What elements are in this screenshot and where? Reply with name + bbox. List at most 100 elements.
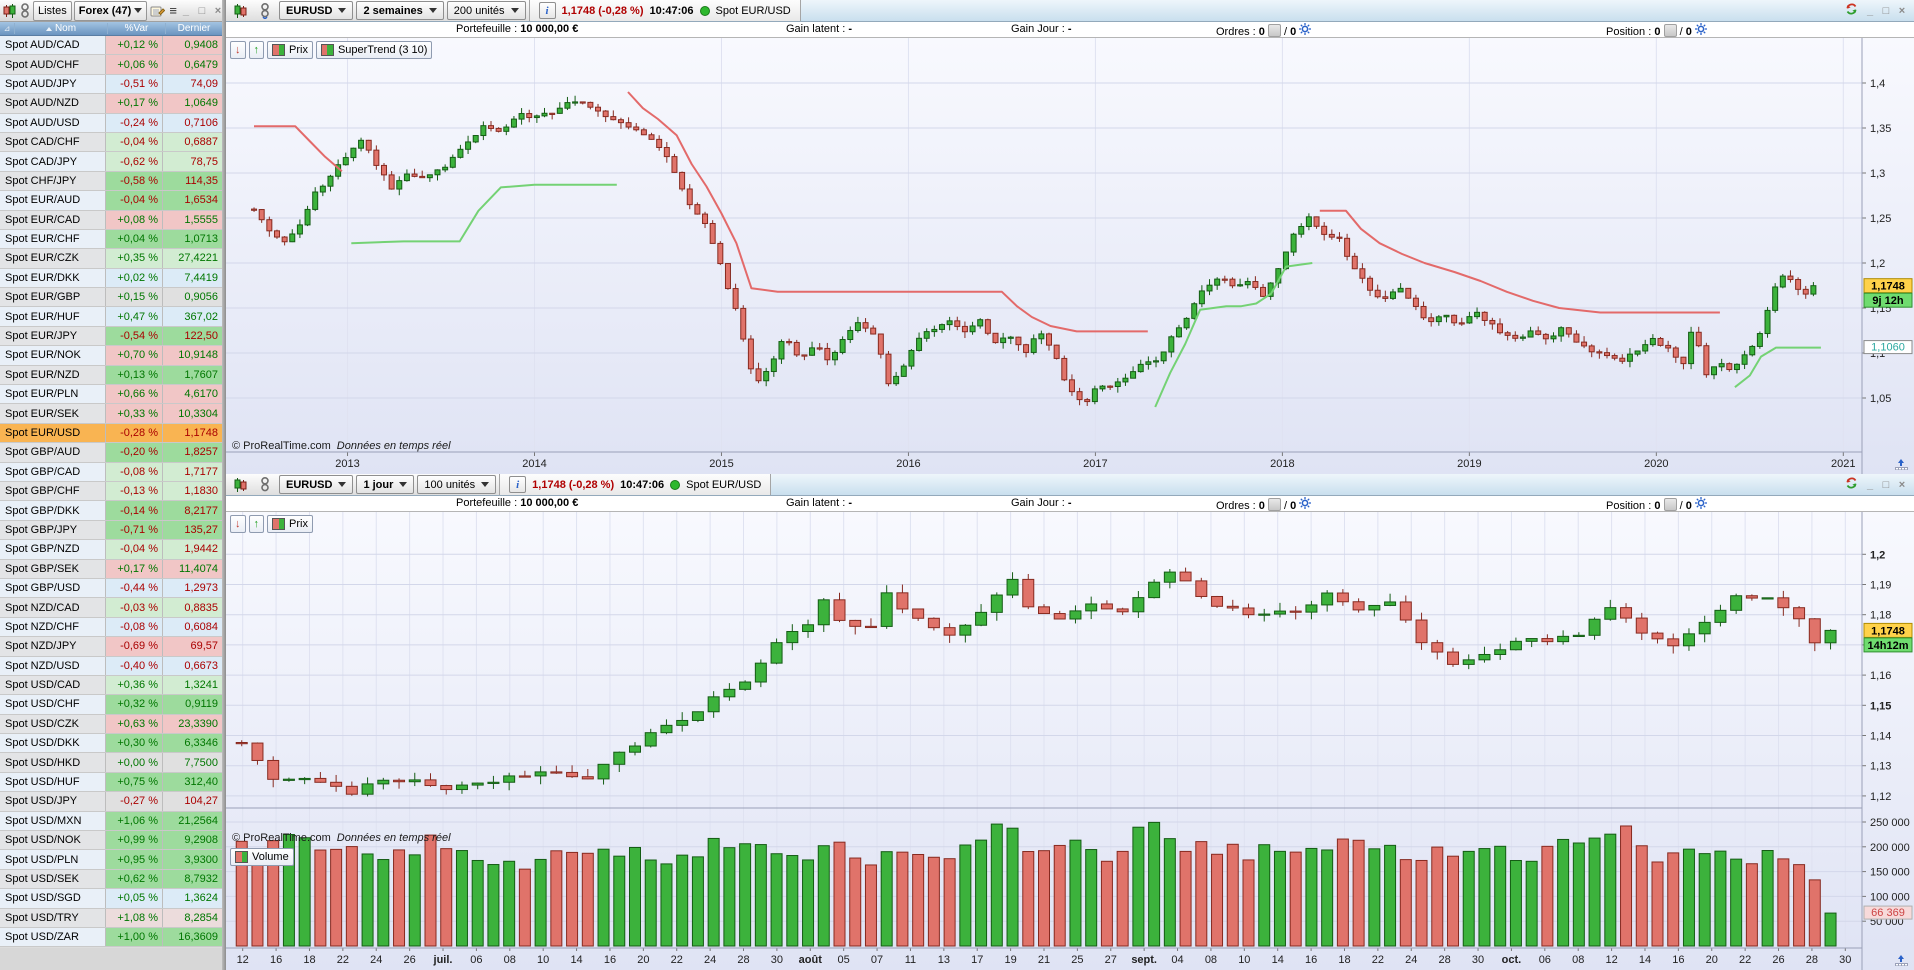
- list-item[interactable]: Spot USD/NOK +0,99 % 9,2908: [0, 831, 222, 851]
- minimize-button[interactable]: _: [1864, 479, 1876, 491]
- list-item[interactable]: Spot EUR/CAD +0,08 % 1,5555: [0, 210, 222, 230]
- last-price-cell: 10,9148: [163, 346, 222, 365]
- collapse-indicator-button[interactable]: ↓: [230, 515, 246, 533]
- list-selector[interactable]: Forex (47): [73, 0, 148, 21]
- link-icon[interactable]: [254, 475, 276, 495]
- info-icon[interactable]: i: [509, 476, 527, 493]
- minimize-button[interactable]: _: [1864, 5, 1876, 17]
- list-item[interactable]: Spot USD/DKK +0,30 % 6,3346: [0, 734, 222, 754]
- axis-settings-icon[interactable]: [1893, 458, 1911, 472]
- list-item[interactable]: Spot AUD/CHF +0,06 % 0,6479: [0, 55, 222, 75]
- list-item[interactable]: Spot GBP/NZD -0,04 % 1,9442: [0, 540, 222, 560]
- list-item[interactable]: Spot USD/SEK +0,62 % 8,7932: [0, 869, 222, 890]
- list-item[interactable]: Spot AUD/JPY -0,51 % 74,09: [0, 74, 222, 95]
- orders-icon[interactable]: [1267, 24, 1281, 37]
- price-chart-weekly[interactable]: 2013 2014 2015 2016 2017 2018 2019 2020 2021 1,4 1…: [226, 38, 1914, 474]
- orders-icon[interactable]: [1267, 498, 1281, 511]
- expand-indicator-button[interactable]: ↑: [248, 515, 264, 533]
- list-item[interactable]: Spot USD/TRY +1,08 % 8,2854: [0, 908, 222, 928]
- list-item[interactable]: Spot CAD/CHF -0,04 % 0,6887: [0, 132, 222, 153]
- price-chart-daily[interactable]: 12 16 18 22 24 26 juil. 06 08 10 14 16 20 22 24 28 30 aoû…: [226, 512, 1914, 970]
- list-item[interactable]: Spot AUD/CAD +0,12 % 0,9408: [0, 36, 222, 56]
- gear-icon[interactable]: [1694, 23, 1707, 38]
- refresh-icon[interactable]: [1844, 476, 1859, 493]
- close-button[interactable]: ×: [1896, 479, 1908, 491]
- refresh-icon[interactable]: [1844, 2, 1859, 19]
- legend-price[interactable]: Prix: [267, 515, 313, 533]
- expand-indicator-button[interactable]: ↑: [248, 41, 264, 59]
- maximize-button[interactable]: □: [1880, 5, 1892, 17]
- position-icon[interactable]: [1663, 498, 1677, 511]
- list-item[interactable]: Spot AUD/USD -0,24 % 0,7106: [0, 113, 222, 133]
- listes-button[interactable]: Listes: [33, 0, 72, 21]
- list-item[interactable]: Spot USD/SGD +0,05 % 1,3624: [0, 889, 222, 909]
- units-selector[interactable]: 200 unités: [446, 1, 526, 20]
- list-item[interactable]: Spot EUR/DKK +0,02 % 7,4419: [0, 268, 222, 289]
- maximize-button[interactable]: □: [1880, 479, 1892, 491]
- symbol-selector[interactable]: EURUSD: [279, 1, 354, 20]
- timeframe-selector[interactable]: 1 jour: [356, 475, 415, 494]
- timeframe-selector[interactable]: 2 semaines: [356, 1, 444, 20]
- list-item[interactable]: Spot EUR/GBP +0,15 % 0,9056: [0, 288, 222, 308]
- list-edit-icon[interactable]: [149, 1, 166, 21]
- column-header-name[interactable]: Nom: [14, 23, 107, 34]
- list-item[interactable]: Spot NZD/JPY -0,69 % 69,57: [0, 637, 222, 657]
- column-header-var[interactable]: %Var: [107, 23, 165, 34]
- list-item[interactable]: Spot GBP/DKK -0,14 % 8,2177: [0, 501, 222, 521]
- legend-supertrend[interactable]: SuperTrend (3 10): [315, 41, 433, 59]
- list-item[interactable]: Spot NZD/CHF -0,08 % 0,6084: [0, 617, 222, 638]
- minimize-button[interactable]: _: [180, 5, 192, 17]
- gear-icon[interactable]: [1299, 23, 1312, 38]
- symbol-selector[interactable]: EURUSD: [279, 475, 354, 494]
- gear-icon[interactable]: [1299, 497, 1312, 512]
- list-item[interactable]: Spot EUR/NZD +0,13 % 1,7607: [0, 365, 222, 386]
- list-item[interactable]: Spot EUR/HUF +0,47 % 367,02: [0, 307, 222, 327]
- axis-settings-icon[interactable]: [1893, 954, 1911, 968]
- list-item[interactable]: Spot USD/MXN +1,06 % 21,2564: [0, 811, 222, 832]
- list-item[interactable]: Spot CAD/JPY -0,62 % 78,75: [0, 152, 222, 172]
- candlestick-icon[interactable]: [229, 475, 251, 495]
- list-item[interactable]: Spot USD/JPY -0,27 % 104,27: [0, 792, 222, 812]
- legend-price[interactable]: Prix: [267, 41, 313, 59]
- legend-volume[interactable]: Volume: [230, 848, 294, 866]
- menu-icon[interactable]: ≡: [168, 1, 178, 21]
- maximize-button[interactable]: □: [196, 5, 208, 17]
- list-item[interactable]: Spot EUR/CHF +0,04 % 1,0713: [0, 229, 222, 250]
- list-item[interactable]: Spot USD/ZAR +1,00 % 16,3609: [0, 927, 222, 948]
- close-button[interactable]: ×: [1896, 5, 1908, 17]
- link-icon[interactable]: [19, 1, 31, 21]
- list-item[interactable]: Spot GBP/SEK +0,17 % 11,4074: [0, 559, 222, 579]
- candlestick-icon[interactable]: [2, 1, 17, 21]
- list-item[interactable]: Spot GBP/CHF -0,13 % 1,1830: [0, 481, 222, 502]
- gear-icon[interactable]: [1694, 497, 1707, 512]
- info-icon[interactable]: i: [538, 2, 556, 19]
- link-icon[interactable]: [254, 1, 276, 21]
- list-item[interactable]: Spot EUR/JPY -0,54 % 122,50: [0, 326, 222, 347]
- position-icon[interactable]: [1663, 24, 1677, 37]
- list-item[interactable]: Spot GBP/CAD -0,08 % 1,7177: [0, 462, 222, 482]
- list-item[interactable]: Spot AUD/NZD +0,17 % 1,0649: [0, 94, 222, 114]
- list-item[interactable]: Spot NZD/USD -0,40 % 0,6673: [0, 656, 222, 676]
- list-item[interactable]: Spot USD/CZK +0,63 % 23,3390: [0, 714, 222, 735]
- column-header-last[interactable]: Dernier: [165, 23, 222, 34]
- list-item[interactable]: Spot USD/CAD +0,36 % 1,3241: [0, 675, 222, 696]
- list-item[interactable]: Spot EUR/AUD -0,04 % 1,6534: [0, 191, 222, 211]
- list-item[interactable]: Spot USD/PLN +0,95 % 3,9300: [0, 850, 222, 870]
- list-item[interactable]: Spot CHF/JPY -0,58 % 114,35: [0, 171, 222, 192]
- list-item[interactable]: Spot EUR/USD -0,28 % 1,1748: [0, 423, 222, 444]
- list-item[interactable]: Spot GBP/USD -0,44 % 1,2973: [0, 578, 222, 599]
- units-selector[interactable]: 100 unités: [417, 475, 497, 494]
- collapse-indicator-button[interactable]: ↓: [230, 41, 246, 59]
- list-item[interactable]: Spot EUR/SEK +0,33 % 10,3304: [0, 404, 222, 424]
- list-item[interactable]: Spot EUR/PLN +0,66 % 4,6170: [0, 385, 222, 405]
- list-item[interactable]: Spot USD/CHF +0,32 % 0,9119: [0, 695, 222, 715]
- list-item[interactable]: Spot EUR/NOK +0,70 % 10,9148: [0, 346, 222, 366]
- filter-icon[interactable]: ⊿: [0, 24, 14, 33]
- list-item[interactable]: Spot GBP/AUD -0,20 % 1,8257: [0, 443, 222, 463]
- candlestick-icon[interactable]: [229, 1, 251, 21]
- list-item[interactable]: Spot USD/HKD +0,00 % 7,7500: [0, 753, 222, 773]
- list-item[interactable]: Spot USD/HUF +0,75 % 312,40: [0, 772, 222, 793]
- list-item[interactable]: Spot NZD/CAD -0,03 % 0,8835: [0, 598, 222, 618]
- list-item[interactable]: Spot GBP/JPY -0,71 % 135,27: [0, 520, 222, 541]
- list-item[interactable]: Spot EUR/CZK +0,35 % 27,4221: [0, 249, 222, 269]
